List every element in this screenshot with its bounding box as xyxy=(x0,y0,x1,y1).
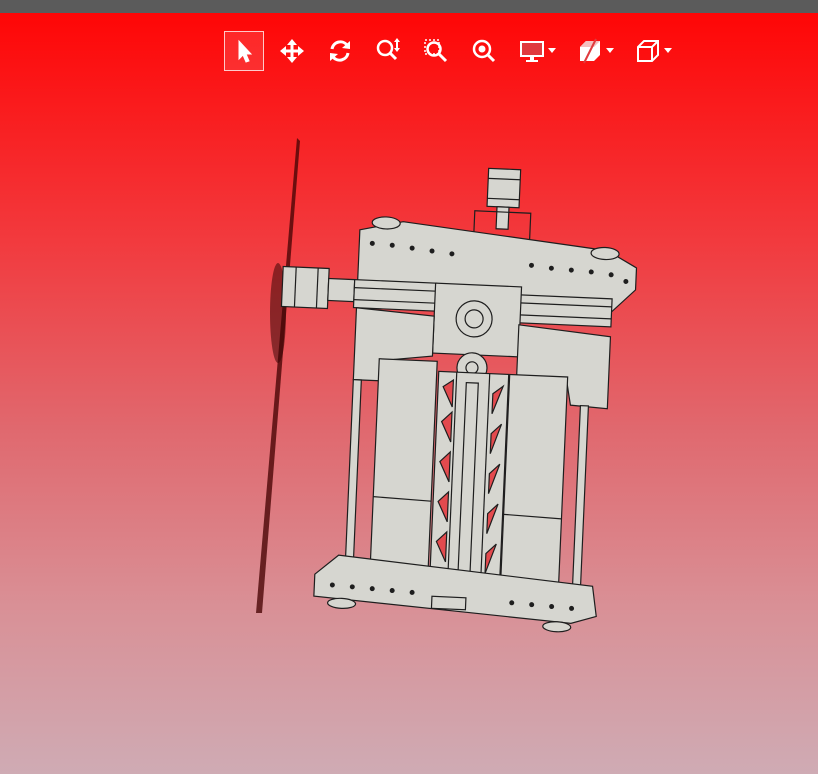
ground-plane-shadow xyxy=(256,138,300,613)
window-title-bar xyxy=(0,0,818,13)
x-rail-right xyxy=(518,294,613,328)
x-rail-left xyxy=(352,279,438,312)
cnc-machine-3d-model[interactable] xyxy=(0,13,818,774)
z-coupler xyxy=(495,206,510,230)
3d-viewport[interactable] xyxy=(0,13,818,774)
bottom-bearing-block xyxy=(430,595,467,611)
right-bed-slat xyxy=(499,373,569,600)
left-bed-slat xyxy=(369,358,438,582)
x-coupler xyxy=(327,277,356,303)
y-rod-left xyxy=(343,379,362,586)
y-rod-right xyxy=(570,404,590,612)
x-stepper-motor xyxy=(280,265,330,310)
z-stepper-motor xyxy=(486,167,522,209)
